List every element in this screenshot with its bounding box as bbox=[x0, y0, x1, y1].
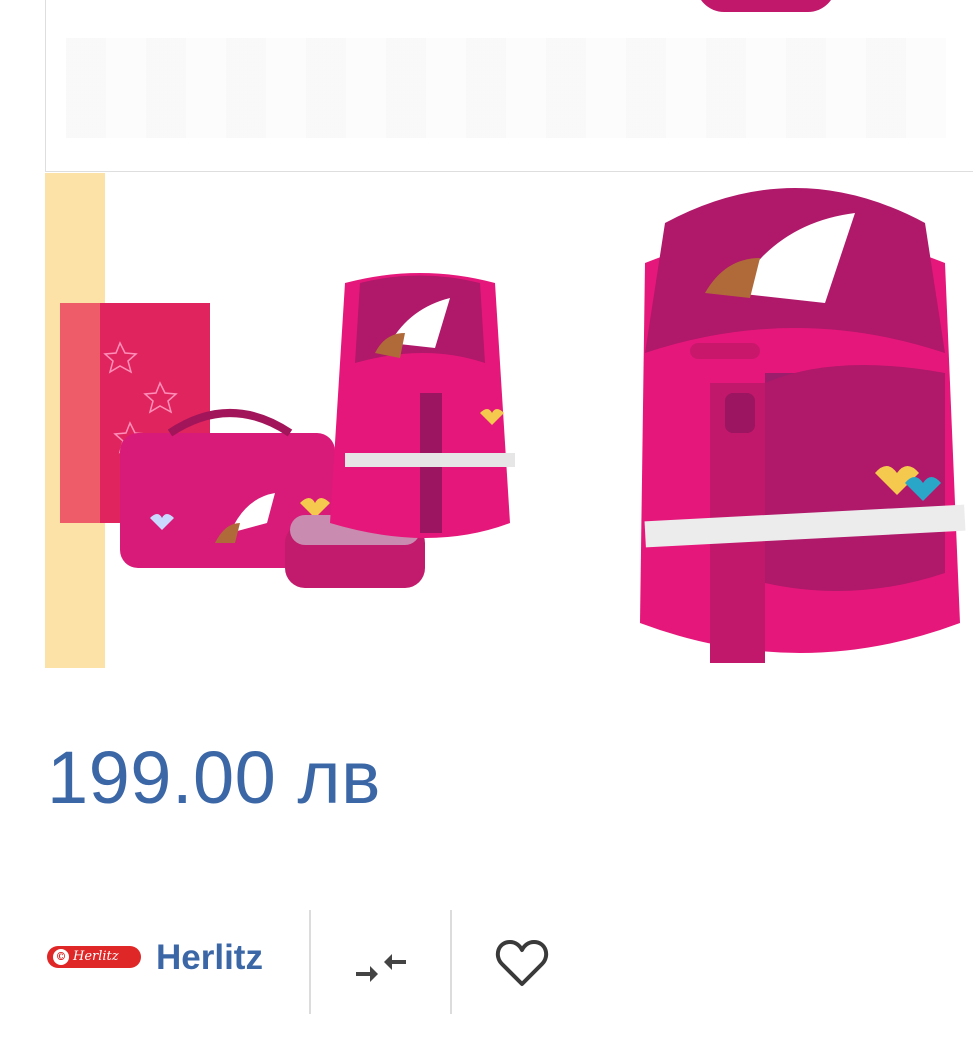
divider bbox=[450, 910, 452, 1014]
divider bbox=[309, 910, 311, 1014]
wishlist-button[interactable] bbox=[480, 928, 564, 1008]
main-image-background bbox=[66, 38, 946, 138]
compare-button[interactable] bbox=[340, 928, 420, 1008]
brand-logo[interactable]: © Herlitz bbox=[47, 946, 141, 968]
backpack-thumbnail[interactable] bbox=[625, 183, 973, 668]
folder-edge bbox=[60, 303, 100, 523]
brand-logo-mark: © bbox=[53, 949, 69, 965]
thumbnail-carousel[interactable]: ‹ bbox=[45, 173, 973, 668]
main-image-product-edge bbox=[696, 0, 836, 12]
compare-arrows-icon bbox=[356, 954, 406, 982]
product-set-thumbnail[interactable] bbox=[60, 253, 530, 668]
main-product-image[interactable] bbox=[45, 0, 973, 172]
product-actions-bar: © Herlitz Herlitz bbox=[0, 908, 973, 1014]
brand-link[interactable]: Herlitz bbox=[156, 938, 263, 978]
brand-logo-text: Herlitz bbox=[73, 949, 119, 964]
heart-outline-icon bbox=[495, 940, 549, 986]
product-price: 199.00 лв bbox=[47, 736, 381, 819]
